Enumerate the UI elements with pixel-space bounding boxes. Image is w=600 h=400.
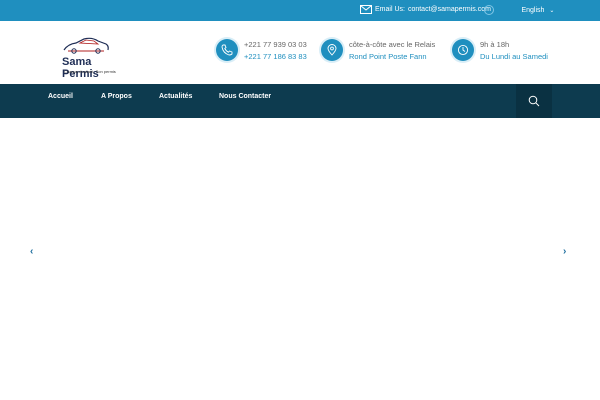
- globe-icon: [484, 5, 494, 15]
- address-line-2: Rond Point Poste Fann: [349, 52, 427, 61]
- site-logo[interactable]: Sama Permis Chaque étudiant, Son permis: [62, 36, 120, 80]
- address-line-1: côte-à-côte avec le Relais: [349, 40, 436, 49]
- email-contact[interactable]: Email Us: contact@samapermis.com: [360, 5, 491, 14]
- phone-info: +221 77 939 03 03 +221 77 186 83 83: [216, 39, 307, 63]
- phone-number-2[interactable]: +221 77 186 83 83: [244, 51, 307, 63]
- hours-line-2: Du Lundi au Samedi: [480, 52, 548, 61]
- search-icon: [528, 95, 540, 107]
- site-header: Sama Permis Chaque étudiant, Son permis …: [0, 21, 600, 84]
- language-value[interactable]: English: [521, 7, 544, 14]
- logo-brand: Sama Permis: [62, 56, 99, 80]
- hours-info: 9h à 18h Du Lundi au Samedi: [452, 39, 548, 63]
- email-value[interactable]: contact@samapermis.com: [408, 6, 491, 13]
- logo-tagline: Chaque étudiant, Son permis: [64, 69, 116, 74]
- phone-icon: [216, 39, 238, 61]
- nav-item-a-propos[interactable]: A Propos: [101, 93, 132, 100]
- envelope-icon: [360, 5, 372, 14]
- top-bar: Email Us: contact@samapermis.com English…: [0, 0, 600, 21]
- nav-item-accueil[interactable]: Accueil: [48, 93, 73, 100]
- location-pin-icon: [321, 39, 343, 61]
- hero-slider: ‹ ›: [0, 118, 600, 400]
- arrow-right-icon[interactable]: ›: [563, 246, 566, 257]
- address-info: côte-à-côte avec le Relais Rond Point Po…: [321, 39, 435, 63]
- arrow-left-icon[interactable]: ‹: [30, 246, 33, 257]
- nav-item-nous-contacter[interactable]: Nous Contacter: [219, 93, 271, 100]
- nav-item-actualites[interactable]: Actualités: [159, 93, 192, 100]
- main-navigation: Accueil A Propos Actualités Nous Contact…: [0, 84, 600, 118]
- car-logo-icon: [63, 37, 109, 54]
- phone-number-1[interactable]: +221 77 939 03 03: [244, 39, 307, 51]
- hours-line-1: 9h à 18h: [480, 40, 510, 49]
- language-placeholder: [498, 7, 517, 14]
- email-label: Email Us:: [375, 6, 405, 13]
- chevron-down-icon: ⌄: [549, 7, 555, 14]
- search-button[interactable]: [516, 84, 552, 118]
- clock-icon: [452, 39, 474, 61]
- language-selector[interactable]: English ⌄: [484, 5, 554, 15]
